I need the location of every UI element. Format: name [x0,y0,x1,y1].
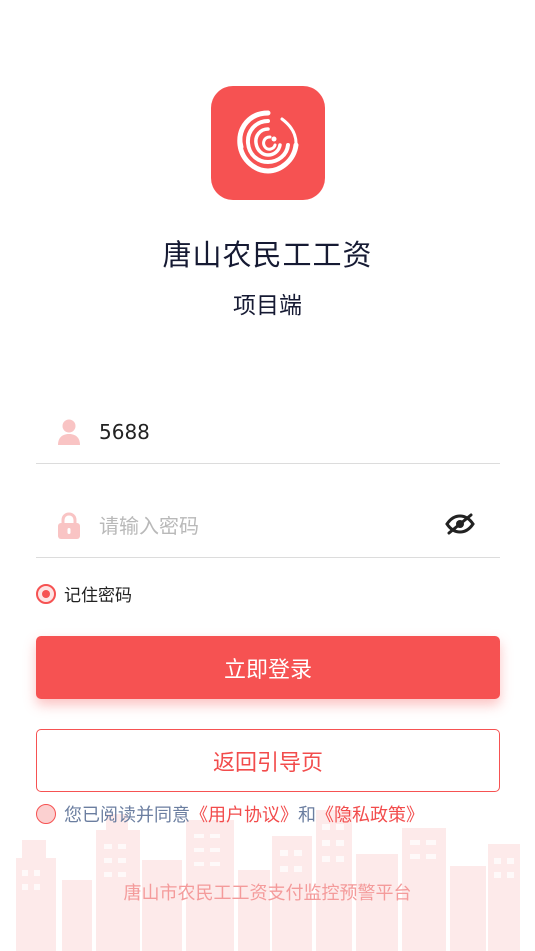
username-field[interactable] [36,400,500,464]
app-title: 唐山农民工工资 [162,238,373,272]
agreement-conjunction: 和 [298,805,316,826]
phoenix-icon [237,110,299,174]
remember-password-label: 记住密码 [64,586,132,606]
back-to-guide-button[interactable]: 返回引导页 [36,729,500,792]
lock-icon [56,511,82,541]
password-field[interactable] [36,494,500,558]
remember-password-option[interactable]: 记住密码 [36,581,132,606]
eye-off-icon[interactable] [444,508,476,540]
username-input[interactable] [99,411,429,452]
remember-password-radio[interactable] [36,583,56,604]
privacy-policy-link[interactable]: 《隐私政策》 [316,801,424,827]
user-agreement-link[interactable]: 《用户协议》 [190,801,298,827]
app-subtitle: 项目端 [233,293,302,319]
agreement-row: 您已阅读并同意 《用户协议》 和 《隐私政策》 [36,801,424,827]
password-input[interactable] [99,505,429,546]
agreement-checkbox[interactable] [36,804,56,824]
agreement-prefix: 您已阅读并同意 [64,805,190,826]
platform-name: 唐山市农民工工资支付监控预警平台 [123,883,412,904]
user-icon [56,417,82,447]
app-logo [211,86,325,200]
login-button[interactable]: 立即登录 [36,636,500,699]
